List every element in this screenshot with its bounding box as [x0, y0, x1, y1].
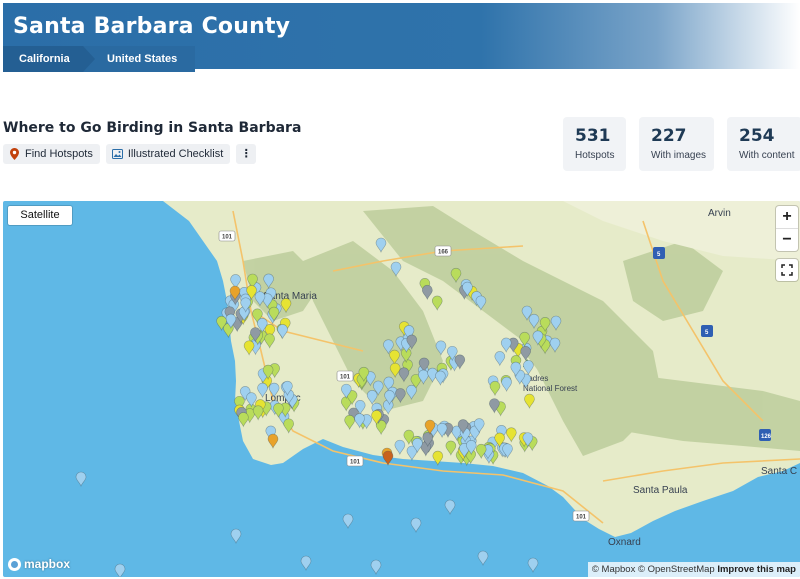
- action-bar: Find Hotspots Illustrated Checklist ⋮: [3, 144, 257, 164]
- satellite-toggle-button[interactable]: Satellite: [8, 206, 72, 225]
- map-pin-icon: [9, 148, 20, 160]
- section-title: Where to Go Birding in Santa Barbara: [3, 120, 302, 136]
- illustrated-checklist-label: Illustrated Checklist: [127, 148, 224, 160]
- page-title: Santa Barbara County: [13, 14, 291, 39]
- svg-text:101: 101: [350, 460, 361, 466]
- breadcrumb: California United States: [3, 46, 195, 72]
- svg-text:101: 101: [222, 235, 233, 241]
- stat-label: With content: [739, 150, 795, 161]
- breadcrumb-california[interactable]: California: [3, 46, 95, 72]
- hotspot-map[interactable]: 101 166 101 101 101 5 5 126 Arvin Santa …: [3, 201, 800, 577]
- place-label-national-forest: National Forest: [523, 384, 578, 393]
- stat-value: 531: [575, 126, 611, 146]
- stat-with-images: 227 With images: [639, 117, 714, 171]
- map-canvas[interactable]: 101 166 101 101 101 5 5 126 Arvin Santa …: [3, 201, 800, 577]
- svg-text:126: 126: [761, 434, 772, 440]
- mapbox-logo[interactable]: mapbox: [8, 557, 70, 571]
- place-label-arvin: Arvin: [708, 208, 731, 219]
- find-hotspots-button[interactable]: Find Hotspots: [3, 144, 100, 164]
- zoom-out-button[interactable]: −: [776, 229, 798, 251]
- stat-value: 227: [651, 126, 687, 146]
- map-attribution: © Mapbox © OpenStreetMap Improve this ma…: [587, 562, 800, 577]
- fullscreen-button[interactable]: [776, 259, 798, 281]
- stat-label: Hotspots: [575, 150, 615, 161]
- illustrated-checklist-button[interactable]: Illustrated Checklist: [105, 144, 231, 164]
- zoom-in-button[interactable]: +: [776, 206, 798, 228]
- attribution-text[interactable]: © Mapbox © OpenStreetMap: [592, 564, 715, 575]
- page-header-banner: Santa Barbara County California United S…: [3, 3, 800, 72]
- svg-text:166: 166: [438, 250, 449, 256]
- svg-text:101: 101: [340, 375, 351, 381]
- fullscreen-icon: [781, 264, 793, 276]
- stats-group: 531 Hotspots 227 With images 254 With co…: [563, 117, 800, 171]
- stat-label: With images: [651, 150, 707, 161]
- improve-map-link[interactable]: Improve this map: [717, 564, 796, 575]
- zoom-controls: + −: [776, 206, 798, 251]
- image-icon: [111, 148, 123, 160]
- find-hotspots-label: Find Hotspots: [25, 148, 93, 160]
- place-label-oxnard: Oxnard: [608, 537, 641, 548]
- stat-hotspots: 531 Hotspots: [563, 117, 626, 171]
- mapbox-logo-text: mapbox: [24, 557, 71, 571]
- mapbox-logo-icon: [8, 557, 21, 571]
- place-label-santa-clarita: Santa C: [761, 466, 797, 477]
- svg-text:101: 101: [576, 515, 587, 521]
- breadcrumb-united-states[interactable]: United States: [83, 46, 195, 72]
- stat-value: 254: [739, 126, 775, 146]
- more-options-button[interactable]: ⋮: [236, 144, 257, 164]
- place-label-santa-paula: Santa Paula: [633, 485, 688, 496]
- stat-with-content: 254 With content: [727, 117, 800, 171]
